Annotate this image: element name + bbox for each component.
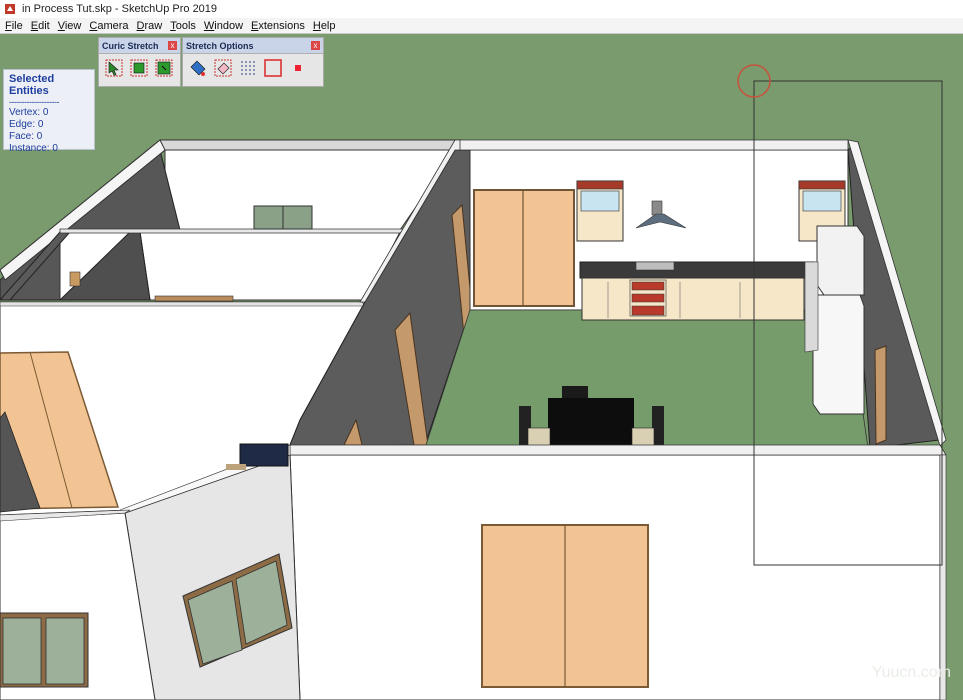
red-point-icon[interactable]	[287, 57, 308, 78]
menu-draw[interactable]: Draw	[134, 20, 166, 32]
eraser-icon[interactable]	[212, 57, 233, 78]
curic-stretch-toolbar: Curic Stretch x	[98, 37, 181, 87]
close-icon[interactable]: x	[311, 41, 320, 50]
close-icon[interactable]: x	[168, 41, 177, 50]
curic-stretch-toolbar-header[interactable]: Curic Stretch x	[99, 38, 180, 54]
stretch-box-icon[interactable]	[128, 57, 149, 78]
model-scene	[0, 34, 963, 700]
stretch-options-toolbar-header[interactable]: Stretch Options x	[183, 38, 323, 54]
watermark-text: Yuucn.com	[871, 664, 951, 681]
model-viewport[interactable]	[0, 34, 963, 700]
window-title: in Process Tut.skp - SketchUp Pro 2019	[22, 3, 218, 15]
paint-bucket-icon[interactable]	[187, 57, 208, 78]
sketchup-app-icon	[4, 3, 16, 15]
menu-window[interactable]: Window	[201, 20, 246, 32]
rectangle-outline-icon[interactable]	[262, 57, 283, 78]
menu-view[interactable]: View	[55, 20, 85, 32]
window-titlebar: in Process Tut.skp - SketchUp Pro 2019	[0, 0, 963, 19]
vertex-count: Vertex: 0	[9, 107, 49, 118]
selected-entities-panel: Selected Entities -------------------- V…	[3, 69, 95, 154]
selected-entities-divider: --------------------	[9, 97, 59, 107]
menu-tools[interactable]: Tools	[167, 20, 199, 32]
stretch-options-toolbar-title: Stretch Options	[186, 40, 254, 51]
menu-camera[interactable]: Camera	[86, 20, 131, 32]
menu-bar: File Edit View Camera Draw Tools Window …	[0, 18, 963, 34]
stretch-grow-icon[interactable]	[153, 57, 174, 78]
curic-stretch-toolbar-title: Curic Stretch	[102, 40, 159, 51]
menu-help[interactable]: Help	[310, 20, 339, 32]
face-count: Face: 0	[9, 131, 43, 142]
edge-count: Edge: 0	[9, 119, 44, 130]
menu-edit[interactable]: Edit	[28, 20, 53, 32]
dotted-grid-icon[interactable]	[237, 57, 258, 78]
menu-file[interactable]: File	[2, 20, 26, 32]
instance-count: Instance: 0	[9, 143, 58, 154]
menu-extensions[interactable]: Extensions	[248, 20, 308, 32]
stretch-select-icon[interactable]	[103, 57, 124, 78]
stretch-options-toolbar: Stretch Options x	[182, 37, 324, 87]
selected-entities-title: Selected Entities	[9, 73, 55, 97]
